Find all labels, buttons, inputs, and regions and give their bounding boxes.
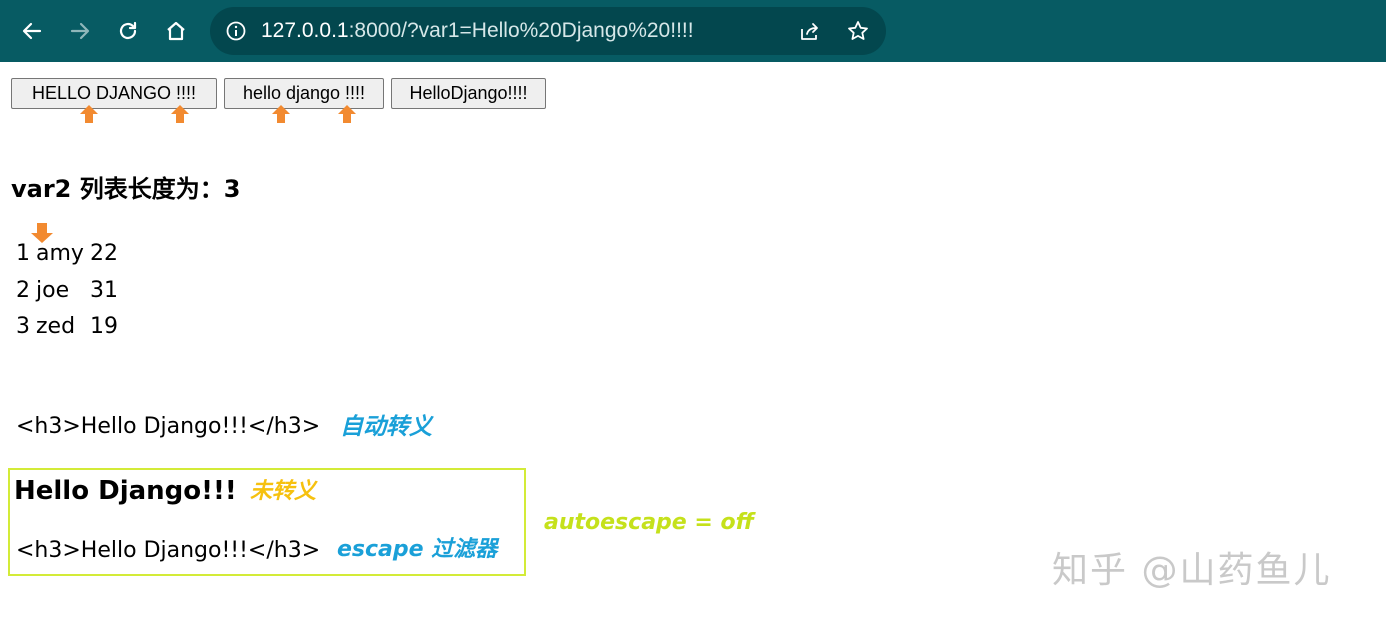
info-icon[interactable] bbox=[224, 19, 248, 43]
autoescape-off-note: autoescape = off bbox=[544, 510, 754, 535]
unescaped-note: 未转义 bbox=[250, 479, 317, 504]
list-length-heading: var2 列表长度为：3 bbox=[11, 175, 241, 203]
share-icon[interactable] bbox=[798, 19, 822, 43]
list-age: 22 bbox=[90, 241, 118, 266]
list-index: 2 bbox=[16, 278, 30, 303]
arrow-up-icon bbox=[80, 105, 98, 123]
list-age: 31 bbox=[90, 278, 118, 303]
list-index: 1 bbox=[16, 241, 30, 266]
list-index: 3 bbox=[16, 314, 30, 339]
url-text[interactable]: 127.0.0.1:8000/?var1=Hello%20Django%20!!… bbox=[261, 18, 694, 44]
list-name: amy bbox=[36, 241, 84, 266]
url-host: 127.0.0.1 bbox=[261, 19, 349, 42]
list-name: zed bbox=[36, 314, 76, 339]
home-icon[interactable] bbox=[160, 15, 192, 47]
rendered-h3: Hello Django!!! bbox=[14, 476, 237, 506]
arrow-up-icon bbox=[338, 105, 356, 123]
arrow-up-icon bbox=[272, 105, 290, 123]
browser-toolbar: 127.0.0.1:8000/?var1=Hello%20Django%20!!… bbox=[0, 0, 1386, 62]
escape-filter-note: escape 过滤器 bbox=[337, 537, 498, 562]
watermark: 知乎 @山药鱼儿 bbox=[1052, 550, 1332, 591]
list-age: 19 bbox=[90, 314, 118, 339]
auto-escape-note: 自动转义 bbox=[340, 414, 432, 440]
lower-button[interactable]: hello django !!!! bbox=[224, 78, 384, 109]
reload-icon[interactable] bbox=[112, 15, 144, 47]
back-icon[interactable] bbox=[16, 15, 48, 47]
nospace-button[interactable]: HelloDjango!!!! bbox=[391, 78, 546, 109]
arrow-up-icon bbox=[171, 105, 189, 123]
filter-escaped-text: <h3>Hello Django!!!</h3> bbox=[16, 538, 321, 563]
list-name: joe bbox=[36, 278, 70, 303]
forward-icon[interactable] bbox=[64, 15, 96, 47]
address-bar[interactable]: 127.0.0.1:8000/?var1=Hello%20Django%20!!… bbox=[210, 7, 886, 55]
url-path: :8000/?var1=Hello%20Django%20!!!! bbox=[348, 19, 694, 42]
star-icon[interactable] bbox=[846, 19, 870, 43]
auto-escaped-text: <h3>Hello Django!!!</h3> bbox=[16, 414, 321, 439]
